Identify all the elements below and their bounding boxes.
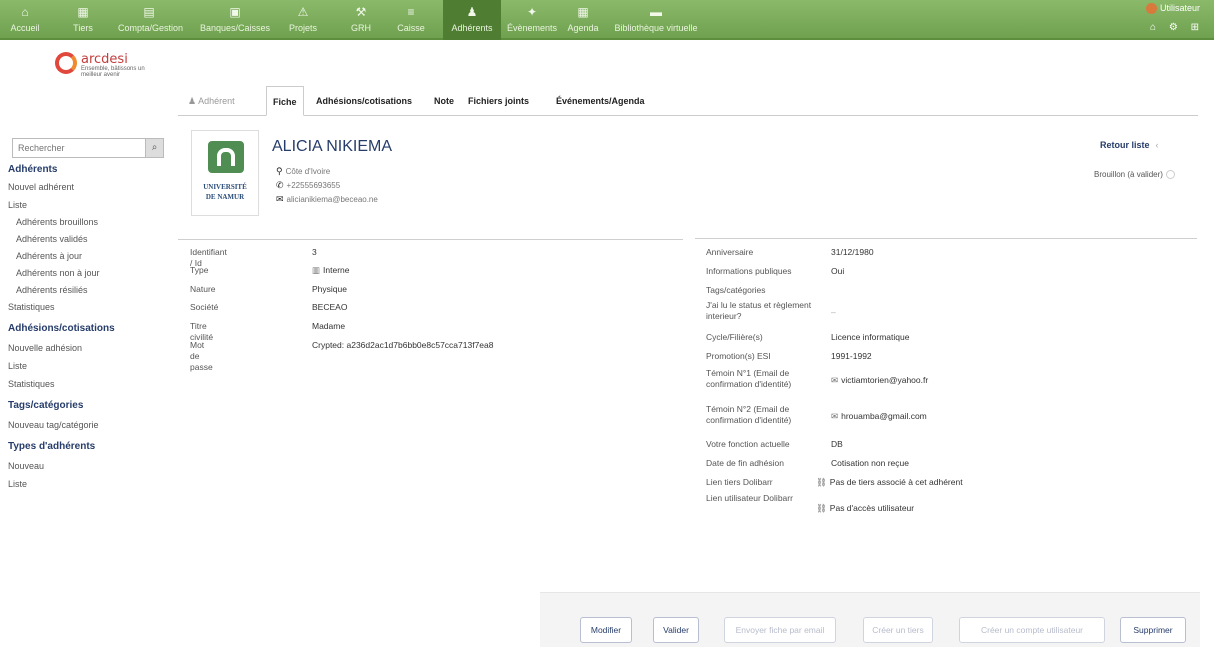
delete-button[interactable]: Supprimer — [1120, 617, 1186, 643]
nav-members-terminated[interactable]: Adhérents résiliés — [16, 285, 88, 295]
nav-subscription-list[interactable]: Liste — [8, 361, 27, 371]
member-email[interactable]: ✉ alicianikiema@beceao.ne — [276, 194, 378, 205]
menu-item-agenda[interactable]: ▦ Agenda — [562, 0, 604, 40]
menu-item-projects[interactable]: ⚠ Projets — [282, 0, 324, 40]
nav-new-type[interactable]: Nouveau — [8, 461, 44, 471]
link-icon: ⛓ — [816, 503, 827, 513]
phone-icon: ✆ — [276, 180, 284, 190]
back-to-list-link[interactable]: Retour liste ‹ — [1100, 140, 1159, 150]
user-icons[interactable]: ⌂ ⚙ ⊞ — [1150, 22, 1204, 33]
chart-icon: ▦ — [77, 5, 89, 19]
record-tabs: ♟ Adhérent Fiche Adhésions/cotisations N… — [178, 86, 1198, 116]
status-dot-icon — [1165, 170, 1175, 180]
menu-item-events[interactable]: ✦ Évènements — [503, 0, 561, 40]
menu-item-members[interactable]: ♟ Adhérents — [443, 0, 501, 40]
nav-group-tags[interactable]: Tags/catégories — [8, 400, 83, 411]
top-menu-bar: ⌂ Accueil ▦ Tiers ▤ Compta/Gestion ▣ Ban… — [0, 0, 1214, 40]
user-name: Utilisateur — [1159, 3, 1200, 13]
company-logo[interactable]: arcdesi Ensemble, bâtissons un meilleur … — [55, 48, 165, 78]
type-icon: ▥ — [312, 265, 321, 275]
validate-button[interactable]: Valider — [653, 617, 699, 643]
menu-item-library[interactable]: ▬ Bibliothèque virtuelle — [606, 0, 706, 40]
nav-group-members[interactable]: Adhérents — [8, 164, 57, 175]
chevron-left-icon: ‹ — [1155, 140, 1159, 150]
nav-new-subscription[interactable]: Nouvelle adhésion — [8, 343, 82, 353]
member-name: ALICIA NIKIEMA — [272, 138, 393, 155]
field-value: Madame — [312, 321, 346, 331]
modify-button[interactable]: Modifier — [580, 617, 632, 643]
field-label: Nature — [190, 284, 216, 294]
user-icon: ♟ — [188, 96, 199, 106]
mail-icon: ✉ — [831, 375, 839, 385]
nav-members-not-uptodate[interactable]: Adhérents non à jour — [16, 268, 100, 278]
create-thirdparty-button[interactable]: Créer un tiers — [863, 617, 933, 643]
chart-icon: ▤ — [143, 5, 155, 19]
tab-card[interactable]: Fiche — [266, 86, 304, 116]
member-country: ⚲ Côte d'Ivoire — [276, 166, 331, 176]
menu-item-home[interactable]: ⌂ Accueil — [4, 0, 46, 40]
university-name-line2: DE NAMUR — [205, 193, 245, 201]
tab-member[interactable]: ♟ Adhérent — [188, 86, 235, 116]
tool-icon: ⚒ — [355, 5, 367, 19]
search-box: ⌕ — [12, 138, 164, 158]
field-value: ▥ Interne — [312, 265, 350, 275]
logo-mark-icon — [55, 52, 77, 74]
field-value: 3 — [312, 247, 317, 257]
nav-members-uptodate[interactable]: Adhérents à jour — [16, 251, 82, 261]
field-value: Crypted: a236d2ac1d7b6bb0e8c57cca713f7ea… — [312, 340, 494, 350]
member-phone: ✆ +22555693655 — [276, 180, 341, 190]
menu-item-accounting[interactable]: ▤ Compta/Gestion — [118, 0, 183, 40]
field-label: Mot de passe — [190, 340, 213, 372]
menu-item-thirdparties[interactable]: ▦ Tiers — [62, 0, 104, 40]
nav-new-member[interactable]: Nouvel adhérent — [8, 182, 74, 192]
status-badge: Brouillon (à valider) — [1094, 170, 1175, 180]
nav-members-draft[interactable]: Adhérents brouillons — [16, 217, 98, 227]
menu-item-hr[interactable]: ⚒ GRH — [340, 0, 382, 40]
project-icon: ⚠ — [297, 5, 309, 19]
field-value: Physique — [312, 284, 347, 294]
field-label: Société — [190, 302, 219, 312]
tab-note[interactable]: Note — [434, 86, 454, 116]
member-photo[interactable]: UNIVERSITÉ DE NAMUR — [191, 130, 259, 216]
search-icon[interactable]: ⌕ — [145, 139, 163, 157]
field-value: BECEAO — [312, 302, 348, 312]
nav-group-member-types[interactable]: Types d'adhérents — [8, 441, 95, 452]
divider — [695, 238, 1197, 239]
university-name-line1: UNIVERSITÉ — [203, 183, 247, 191]
tab-events[interactable]: Événements/Agenda — [556, 86, 645, 116]
nav-member-list[interactable]: Liste — [8, 200, 27, 210]
calendar-icon: ▦ — [577, 5, 589, 19]
create-user-button[interactable]: Créer un compte utilisateur — [959, 617, 1105, 643]
nav-member-stats[interactable]: Statistiques — [8, 302, 55, 312]
avatar — [1145, 3, 1157, 15]
members-icon: ♟ — [466, 5, 478, 19]
home-icon: ⌂ — [21, 5, 29, 19]
logo-brand: arcdesi — [81, 52, 128, 67]
nav-new-tag[interactable]: Nouveau tag/catégorie — [8, 420, 99, 430]
nav-group-subscriptions[interactable]: Adhésions/cotisations — [8, 323, 115, 334]
tab-attached-files[interactable]: Fichiers joints — [468, 86, 529, 116]
field-label: Type — [190, 265, 209, 275]
bank-icon: ▣ — [229, 5, 241, 19]
mail-icon: ✉ — [276, 194, 284, 204]
send-email-button[interactable]: Envoyer fiche par email — [724, 617, 836, 643]
nav-members-validated[interactable]: Adhérents validés — [16, 234, 88, 244]
mail-icon: ✉ — [831, 411, 839, 421]
user-menu[interactable]: Utilisateur — [1145, 3, 1200, 15]
ticket-icon: ✦ — [526, 5, 538, 19]
nav-subscription-stats[interactable]: Statistiques — [8, 379, 55, 389]
logo-tagline: Ensemble, bâtissons un meilleur avenir — [81, 66, 145, 78]
divider — [178, 239, 683, 240]
cash-icon: ≡ — [407, 5, 415, 19]
library-icon: ▬ — [650, 5, 662, 19]
left-navigation: Adhérents Nouvel adhérent Liste Adhérent… — [0, 160, 170, 647]
university-logo-icon — [208, 141, 244, 173]
link-icon: ⛓ — [816, 477, 827, 487]
nav-type-list[interactable]: Liste — [8, 479, 27, 489]
menu-item-cash[interactable]: ≡ Caisse — [390, 0, 432, 40]
menu-item-banks[interactable]: ▣ Banques/Caisses — [200, 0, 270, 40]
location-pin-icon: ⚲ — [276, 166, 283, 176]
tab-subscriptions[interactable]: Adhésions/cotisations — [316, 86, 412, 116]
search-input[interactable] — [13, 139, 141, 157]
